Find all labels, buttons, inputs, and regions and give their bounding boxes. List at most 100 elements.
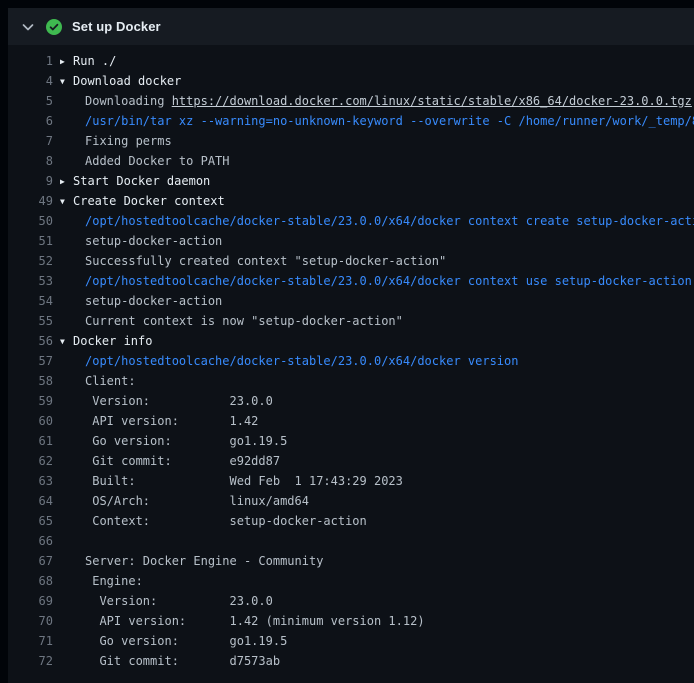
- log-text: Engine:: [53, 571, 143, 591]
- log-command-text: /usr/bin/tar xz --warning=no-unknown-key…: [53, 111, 694, 131]
- log-group-header[interactable]: ▼Download docker: [53, 71, 181, 91]
- line-number[interactable]: 8: [8, 151, 53, 171]
- log-text: Go version: go1.19.5: [53, 431, 287, 451]
- log-text: Built: Wed Feb 1 17:43:29 2023: [53, 471, 403, 491]
- log-line: 58 Client:: [8, 371, 694, 391]
- line-number[interactable]: 53: [8, 271, 53, 291]
- log-text: Current context is now "setup-docker-act…: [53, 311, 403, 331]
- group-title: Run ./: [73, 54, 116, 68]
- line-number[interactable]: 69: [8, 591, 53, 611]
- line-number[interactable]: 64: [8, 491, 53, 511]
- line-number[interactable]: 61: [8, 431, 53, 451]
- log-line: 59 Version: 23.0.0: [8, 391, 694, 411]
- log-line: 56 ▼Docker info: [8, 331, 694, 351]
- log-line: 55 Current context is now "setup-docker-…: [8, 311, 694, 331]
- log-line: 70 API version: 1.42 (minimum version 1.…: [8, 611, 694, 631]
- log-text: API version: 1.42: [53, 411, 258, 431]
- log-line: 52 Successfully created context "setup-d…: [8, 251, 694, 271]
- group-title: Download docker: [73, 74, 181, 88]
- workflow-step-panel: Set up Docker 1 ▶Run ./ 4 ▼Download dock…: [8, 8, 694, 683]
- line-number[interactable]: 58: [8, 371, 53, 391]
- line-number[interactable]: 9: [8, 171, 53, 191]
- group-title: Docker info: [73, 334, 152, 348]
- log-text: setup-docker-action: [53, 231, 222, 251]
- log-group-header[interactable]: ▶Start Docker daemon: [53, 171, 210, 191]
- chevron-down-icon[interactable]: [18, 17, 38, 37]
- log-command-text: /opt/hostedtoolcache/docker-stable/23.0.…: [53, 351, 518, 371]
- log-line: 50 /opt/hostedtoolcache/docker-stable/23…: [8, 211, 694, 231]
- line-number[interactable]: 51: [8, 231, 53, 251]
- line-number[interactable]: 66: [8, 531, 53, 551]
- line-number[interactable]: 52: [8, 251, 53, 271]
- log-line: 51 setup-docker-action: [8, 231, 694, 251]
- log-line: 9 ▶Start Docker daemon: [8, 171, 694, 191]
- log-line: 61 Go version: go1.19.5: [8, 431, 694, 451]
- step-header[interactable]: Set up Docker: [8, 8, 694, 45]
- group-title: Create Docker context: [73, 194, 225, 208]
- line-number[interactable]: 56: [8, 331, 53, 351]
- log-text: Added Docker to PATH: [53, 151, 230, 171]
- line-number[interactable]: 49: [8, 191, 53, 211]
- log-line: 1 ▶Run ./: [8, 51, 694, 71]
- log-line: 62 Git commit: e92dd87: [8, 451, 694, 471]
- log-line: 53 /opt/hostedtoolcache/docker-stable/23…: [8, 271, 694, 291]
- line-number[interactable]: 70: [8, 611, 53, 631]
- log-text: [53, 531, 85, 551]
- log-text: Server: Docker Engine - Community: [53, 551, 323, 571]
- line-number[interactable]: 63: [8, 471, 53, 491]
- line-number[interactable]: 1: [8, 51, 53, 71]
- step-title: Set up Docker: [72, 19, 161, 34]
- chevron-right-icon: ▶: [60, 52, 73, 71]
- line-number[interactable]: 68: [8, 571, 53, 591]
- download-url-link[interactable]: https://download.docker.com/linux/static…: [172, 94, 692, 108]
- line-number[interactable]: 67: [8, 551, 53, 571]
- log-text: setup-docker-action: [53, 291, 222, 311]
- log-line: 5 Downloading https://download.docker.co…: [8, 91, 694, 111]
- line-number[interactable]: 54: [8, 291, 53, 311]
- chevron-right-icon: ▶: [60, 172, 73, 191]
- log-text: Context: setup-docker-action: [53, 511, 367, 531]
- log-line: 68 Engine:: [8, 571, 694, 591]
- log-line: 4 ▼Download docker: [8, 71, 694, 91]
- log-text-prefix: Downloading: [85, 94, 172, 108]
- log-line: 72 Git commit: d7573ab: [8, 651, 694, 671]
- log-line: 66: [8, 531, 694, 551]
- line-number[interactable]: 62: [8, 451, 53, 471]
- log-group-header[interactable]: ▶Run ./: [53, 51, 116, 71]
- log-text: API version: 1.42 (minimum version 1.12): [53, 611, 425, 631]
- line-number[interactable]: 65: [8, 511, 53, 531]
- line-number[interactable]: 50: [8, 211, 53, 231]
- line-number[interactable]: 71: [8, 631, 53, 651]
- log-line: 69 Version: 23.0.0: [8, 591, 694, 611]
- line-number[interactable]: 55: [8, 311, 53, 331]
- line-number[interactable]: 6: [8, 111, 53, 131]
- log-line: 7 Fixing perms: [8, 131, 694, 151]
- line-number[interactable]: 72: [8, 651, 53, 671]
- log-text: Successfully created context "setup-dock…: [53, 251, 446, 271]
- log-line: 6 /usr/bin/tar xz --warning=no-unknown-k…: [8, 111, 694, 131]
- log-line: 65 Context: setup-docker-action: [8, 511, 694, 531]
- log-text: Downloading https://download.docker.com/…: [53, 91, 692, 111]
- log-line: 8 Added Docker to PATH: [8, 151, 694, 171]
- log-text: Fixing perms: [53, 131, 172, 151]
- log-group-header[interactable]: ▼Create Docker context: [53, 191, 225, 211]
- line-number[interactable]: 5: [8, 91, 53, 111]
- chevron-down-icon: ▼: [60, 72, 73, 91]
- line-number[interactable]: 4: [8, 71, 53, 91]
- log-output: 1 ▶Run ./ 4 ▼Download docker 5 Downloadi…: [8, 45, 694, 683]
- log-command-text: /opt/hostedtoolcache/docker-stable/23.0.…: [53, 211, 694, 231]
- line-number[interactable]: 60: [8, 411, 53, 431]
- log-group-header[interactable]: ▼Docker info: [53, 331, 152, 351]
- line-number[interactable]: 59: [8, 391, 53, 411]
- line-number[interactable]: 7: [8, 131, 53, 151]
- log-text: Git commit: d7573ab: [53, 651, 280, 671]
- log-text: OS/Arch: linux/amd64: [53, 491, 309, 511]
- log-text: Git commit: e92dd87: [53, 451, 280, 471]
- group-title: Start Docker daemon: [73, 174, 210, 188]
- line-number[interactable]: 57: [8, 351, 53, 371]
- log-command-text: /opt/hostedtoolcache/docker-stable/23.0.…: [53, 271, 692, 291]
- log-text: Go version: go1.19.5: [53, 631, 287, 651]
- log-line: 67 Server: Docker Engine - Community: [8, 551, 694, 571]
- log-line: 57 /opt/hostedtoolcache/docker-stable/23…: [8, 351, 694, 371]
- check-circle-icon: [46, 19, 62, 35]
